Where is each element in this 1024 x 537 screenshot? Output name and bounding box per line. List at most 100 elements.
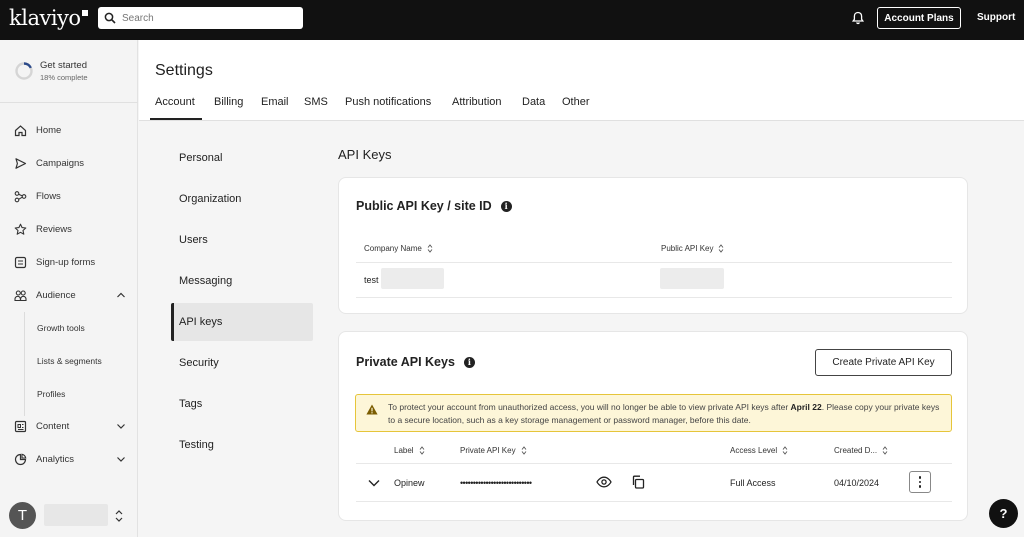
chevron-down-icon[interactable] — [116, 454, 126, 464]
subnav-users[interactable]: Users — [179, 234, 208, 246]
access-level-value: Full Access — [730, 478, 776, 488]
send-icon — [15, 157, 27, 169]
sidebar-item-label: Flows — [36, 190, 61, 202]
search-icon — [104, 12, 116, 24]
support-link[interactable]: Support — [977, 12, 1015, 23]
kebab-dot — [918, 480, 922, 484]
home-icon — [14, 124, 27, 136]
private-api-keys-card: Private API Keys i Create Private API Key… — [338, 331, 968, 521]
bell-icon[interactable] — [851, 11, 865, 25]
section-title: API Keys — [338, 147, 392, 162]
sidebar-subitem-lists-segments[interactable]: Lists & segments — [37, 356, 102, 366]
subnav-organization[interactable]: Organization — [179, 193, 241, 205]
audience-icon — [14, 289, 27, 301]
top-bar: klaviyo Account Plans Support — [0, 0, 1024, 40]
account-name-redacted[interactable] — [44, 504, 108, 526]
flows-icon — [14, 190, 27, 202]
redacted-company — [381, 268, 444, 289]
sort-icon — [882, 446, 888, 455]
form-icon — [14, 256, 27, 268]
sidebar-item-signup-forms[interactable]: Sign-up forms — [14, 254, 126, 270]
chevron-down-icon[interactable] — [368, 479, 380, 487]
kebab-dot — [918, 485, 922, 488]
sidebar-item-analytics[interactable]: Analytics — [14, 451, 126, 467]
sidebar-item-content[interactable]: Content — [14, 418, 126, 434]
table-divider — [356, 297, 952, 298]
sidebar-item-label: Home — [36, 124, 62, 136]
subnav-personal[interactable]: Personal — [179, 152, 222, 164]
sidebar-subitem-profiles[interactable]: Profiles — [37, 389, 65, 399]
tab-sms[interactable]: SMS — [304, 96, 328, 108]
column-header-label[interactable]: Label — [394, 446, 425, 455]
sidebar-item-label: Content — [36, 420, 70, 432]
account-plans-button[interactable]: Account Plans — [877, 7, 961, 29]
submenu-line — [24, 312, 25, 416]
tab-account[interactable]: Account — [155, 96, 195, 108]
tab-attribution[interactable]: Attribution — [452, 96, 502, 108]
tab-billing[interactable]: Billing — [214, 96, 243, 108]
active-tab-indicator — [150, 118, 202, 120]
chevron-updown-icon[interactable] — [114, 509, 124, 523]
subnav-tags[interactable]: Tags — [179, 398, 202, 410]
avatar[interactable]: T — [9, 502, 36, 529]
sidebar-divider — [0, 102, 138, 103]
table-divider — [356, 262, 952, 263]
sidebar-item-label: Sign-up forms — [36, 256, 96, 268]
table-divider — [356, 463, 952, 464]
tab-email[interactable]: Email — [261, 96, 289, 108]
tab-data[interactable]: Data — [522, 96, 545, 108]
klaviyo-logo[interactable]: klaviyo — [9, 6, 88, 30]
tab-other[interactable]: Other — [562, 96, 590, 108]
subnav-testing[interactable]: Testing — [179, 439, 214, 451]
sort-icon — [719, 244, 724, 253]
sidebar-item-home[interactable]: Home — [14, 122, 126, 138]
chevron-up-icon[interactable] — [116, 290, 126, 300]
column-header-private-api-key[interactable]: Private API Key — [460, 446, 527, 455]
copy-icon[interactable] — [631, 475, 645, 489]
company-name-value: test — [364, 275, 379, 285]
help-button[interactable]: ? — [989, 499, 1018, 528]
more-options-button[interactable] — [909, 471, 931, 493]
sidebar-item-label: Reviews — [36, 223, 72, 235]
sidebar-subitem-growth-tools[interactable]: Growth tools — [37, 323, 85, 333]
sidebar-item-label: Campaigns — [36, 157, 85, 169]
sidebar-item-audience[interactable]: Audience — [14, 287, 126, 303]
sort-icon — [782, 446, 788, 455]
sort-icon — [521, 446, 526, 455]
page-title: Settings — [155, 62, 213, 79]
sidebar-item-reviews[interactable]: Reviews — [14, 221, 126, 237]
column-header-created-date[interactable]: Created D... — [834, 446, 888, 455]
column-header-company-name[interactable]: Company Name — [364, 244, 433, 253]
search-box[interactable] — [98, 7, 303, 29]
get-started[interactable]: Get started 18% complete — [14, 60, 88, 82]
created-date-value: 04/10/2024 — [834, 478, 880, 488]
get-started-progress: 18% complete — [40, 73, 88, 82]
column-header-public-api-key[interactable]: Public API Key — [661, 244, 724, 253]
private-key-masked: •••••••••••••••••••••••••••• — [460, 478, 532, 488]
warning-banner: To protect your account from unauthorize… — [355, 394, 952, 432]
table-divider — [356, 501, 952, 502]
create-private-api-key-button[interactable]: Create Private API Key — [815, 349, 952, 376]
private-api-keys-title: Private API Keys i — [356, 355, 475, 369]
subnav-security[interactable]: Security — [179, 357, 219, 369]
sidebar: Get started 18% complete Home Campaigns … — [0, 40, 138, 537]
content-icon — [14, 420, 27, 432]
sort-icon — [419, 446, 424, 455]
column-header-access-level[interactable]: Access Level — [730, 446, 788, 455]
chevron-down-icon[interactable] — [116, 421, 126, 431]
eye-icon[interactable] — [596, 476, 612, 488]
tab-push-notifications[interactable]: Push notifications — [345, 96, 431, 108]
get-started-title: Get started — [40, 60, 87, 71]
search-input[interactable] — [122, 12, 292, 24]
sidebar-item-campaigns[interactable]: Campaigns — [14, 155, 126, 171]
sidebar-item-flows[interactable]: Flows — [14, 188, 126, 204]
info-icon[interactable]: i — [500, 200, 512, 212]
info-icon[interactable]: i — [463, 356, 475, 368]
subnav-api-keys[interactable]: API keys — [179, 316, 222, 328]
sidebar-item-label: Audience — [36, 289, 76, 301]
sidebar-item-label: Analytics — [36, 453, 75, 465]
public-api-key-title: Public API Key / site ID i — [356, 199, 512, 213]
kebab-dot — [918, 476, 922, 479]
redacted-public-key — [660, 268, 724, 289]
subnav-messaging[interactable]: Messaging — [179, 275, 232, 287]
